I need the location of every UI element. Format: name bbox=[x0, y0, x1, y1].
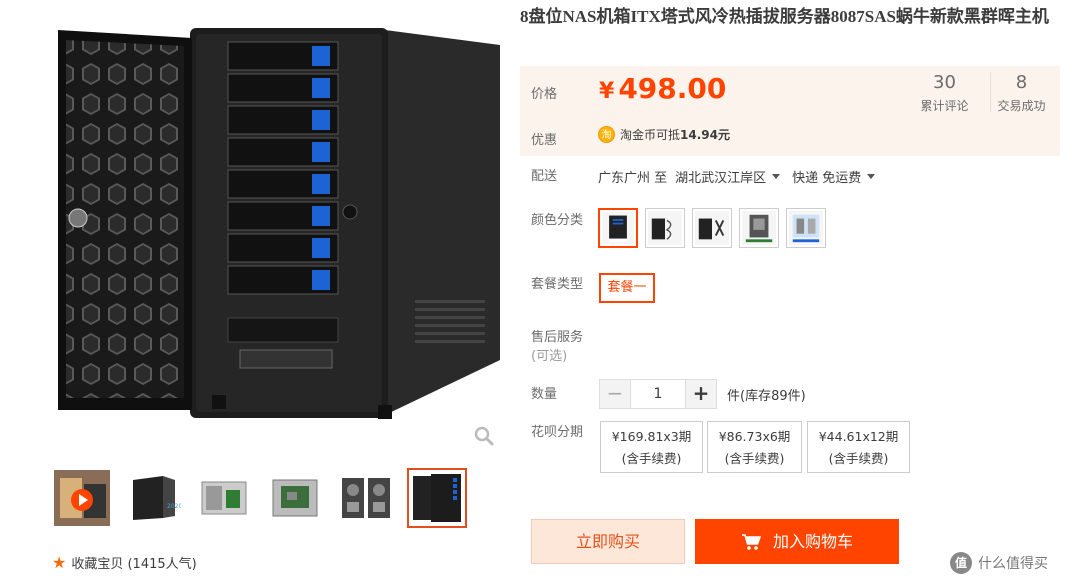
magnifier-icon[interactable] bbox=[473, 425, 495, 447]
color-options bbox=[598, 208, 833, 248]
taobao-coin-icon: 淘 bbox=[598, 126, 615, 143]
promo-amount: 14.94元 bbox=[680, 128, 730, 142]
watermark-text: 什么值得买 bbox=[978, 556, 1048, 572]
trades-label: 交易成功 bbox=[997, 99, 1046, 113]
case-board-thumb[interactable] bbox=[265, 468, 325, 528]
price-panel: 价格 ¥498.00 30 累计评论 8 交易成功 优惠 淘 淘金币可抵 14.9… bbox=[520, 66, 1060, 156]
color-option-case-plus-psu-480w[interactable] bbox=[739, 208, 779, 248]
promo-label: 优惠 bbox=[531, 133, 558, 148]
quantity-increase-button[interactable]: + bbox=[685, 379, 717, 409]
color-option-black-case[interactable] bbox=[598, 208, 638, 248]
promo-text: 淘金币可抵 bbox=[620, 128, 681, 142]
shipping-to: 湖北武汉江岸区 bbox=[675, 171, 767, 186]
quantity-input[interactable]: 1 bbox=[631, 379, 685, 409]
buy-now-button[interactable]: 立即购买 bbox=[531, 519, 685, 564]
favorite-button[interactable]: ★ 收藏宝贝 (1415人气) bbox=[52, 553, 197, 572]
stock-text: 件(库存89件) bbox=[727, 388, 806, 404]
shipping-from: 广东广州 至 bbox=[598, 171, 668, 186]
installment-amount: ¥44.61x12期 bbox=[818, 429, 899, 444]
cart-icon bbox=[741, 533, 762, 550]
shipping-method: 快递 免运费 bbox=[792, 171, 862, 186]
favorite-label: 收藏宝贝 (1415人气) bbox=[71, 557, 197, 572]
price-amount: 498.00 bbox=[618, 72, 727, 105]
installment-amount: ¥169.81x3期 bbox=[611, 429, 692, 444]
package-label: 套餐类型 bbox=[531, 277, 584, 292]
smzdm-logo-icon: 值 bbox=[950, 552, 972, 574]
installment-fee-note: (含手续费) bbox=[724, 451, 785, 466]
video-thumb[interactable] bbox=[52, 468, 112, 528]
product-title: 8盘位NAS机箱ITX塔式风冷热插拔服务器8087SAS蜗牛新款黑群晖主机 bbox=[520, 7, 1049, 26]
trades-count: 8 bbox=[1015, 72, 1028, 93]
installment-option-3[interactable]: ¥169.81x3期 (含手续费) bbox=[600, 421, 703, 473]
reviews-stat[interactable]: 30 累计评论 bbox=[917, 72, 972, 114]
package-option[interactable]: 套餐一 bbox=[599, 273, 655, 303]
currency-symbol: ¥ bbox=[599, 79, 615, 104]
case-front-thumb[interactable]: 2020 bbox=[123, 468, 183, 528]
price-label: 价格 bbox=[531, 87, 558, 102]
star-icon: ★ bbox=[52, 552, 67, 572]
installment-amount: ¥86.73x6期 bbox=[718, 429, 791, 444]
installment-fee-note: (含手续费) bbox=[828, 451, 889, 466]
service-optional-label: (可选) bbox=[531, 349, 568, 364]
nas-case-illustration bbox=[58, 28, 500, 419]
reviews-count: 30 bbox=[933, 72, 956, 93]
product-main-image[interactable] bbox=[0, 0, 505, 458]
case-inside-thumb[interactable] bbox=[194, 468, 254, 528]
svg-text:2020: 2020 bbox=[167, 503, 181, 510]
add-to-cart-label: 加入购物车 bbox=[772, 532, 853, 551]
shipping-label: 配送 bbox=[531, 169, 558, 184]
add-to-cart-button[interactable]: 加入购物车 bbox=[695, 519, 899, 564]
case-back-thumb[interactable] bbox=[336, 468, 396, 528]
quantity-stepper: − 1 + 件(库存89件) bbox=[599, 379, 806, 409]
installment-option-12[interactable]: ¥44.61x12期 (含手续费) bbox=[807, 421, 910, 473]
shipping-method-dropdown[interactable]: 快递 免运费 bbox=[792, 167, 887, 186]
color-label: 颜色分类 bbox=[531, 213, 584, 228]
thumbnail-strip: 2020 bbox=[52, 468, 478, 528]
installment-option-6[interactable]: ¥86.73x6期 (含手续费) bbox=[707, 421, 802, 473]
promo-info: 淘 淘金币可抵 14.94元 bbox=[598, 126, 730, 143]
price-value: ¥498.00 bbox=[599, 72, 726, 105]
reviews-label: 累计评论 bbox=[920, 99, 969, 113]
color-option-case-with-cable[interactable] bbox=[645, 208, 685, 248]
chevron-down-icon bbox=[867, 174, 876, 179]
color-option-case-with-accessory[interactable] bbox=[692, 208, 732, 248]
trades-stat: 8 交易成功 bbox=[990, 72, 1052, 113]
installment-fee-note: (含手续费) bbox=[621, 451, 682, 466]
case-door-open-thumb[interactable] bbox=[407, 468, 467, 528]
site-watermark: 值 什么值得买 bbox=[950, 552, 1048, 574]
chevron-down-icon bbox=[772, 174, 781, 179]
quantity-label: 数量 bbox=[531, 387, 558, 402]
destination-dropdown[interactable]: 湖北武汉江岸区 bbox=[675, 167, 792, 186]
play-icon bbox=[71, 489, 93, 511]
quantity-decrease-button[interactable]: − bbox=[599, 379, 631, 409]
service-label: 售后服务 bbox=[531, 330, 584, 345]
shipping-info: 广东广州 至 湖北武汉江岸区 快递 免运费 bbox=[598, 167, 887, 186]
color-option-case-plus-psu-blue[interactable] bbox=[786, 208, 826, 248]
installment-label: 花呗分期 bbox=[531, 425, 584, 440]
